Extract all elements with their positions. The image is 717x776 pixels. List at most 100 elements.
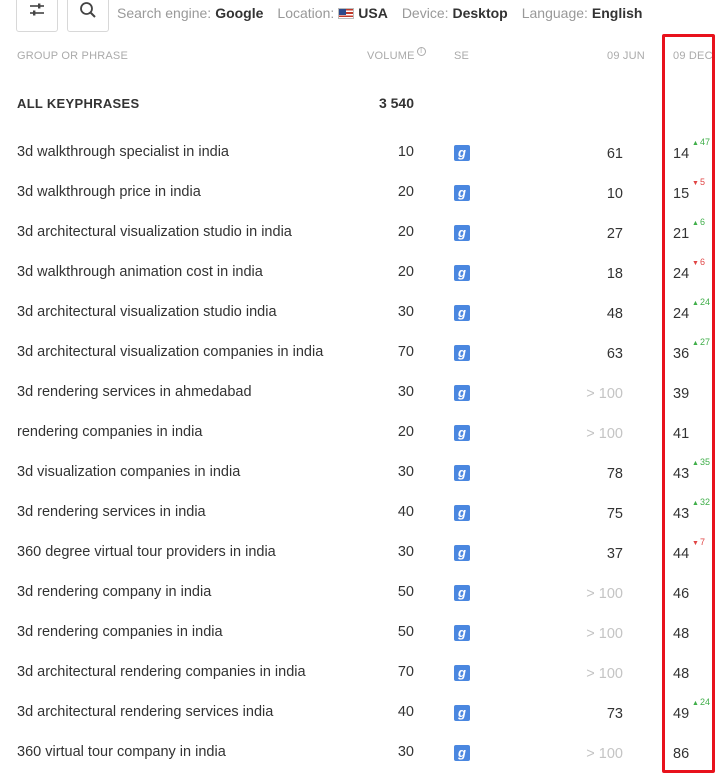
- position-jun: 27: [606, 226, 623, 242]
- keyword-phrase[interactable]: 3d visualization companies in india: [17, 464, 327, 480]
- google-icon: g: [454, 665, 470, 681]
- column-header-date-dec[interactable]: 09 DEC: [673, 50, 713, 62]
- keyword-volume: 50: [397, 624, 414, 640]
- table-row: 3d visualization companies in india 30 g 78…: [0, 453, 717, 493]
- table-row: 3d rendering companies in india 50 g > 100 4…: [0, 613, 717, 653]
- position-jun: 73: [606, 706, 623, 722]
- keyword-phrase[interactable]: 3d architectural visualization companies…: [17, 344, 327, 360]
- google-icon: g: [454, 305, 470, 321]
- keyword-phrase[interactable]: 3d walkthrough specialist in india: [17, 144, 327, 160]
- position-jun: 63: [606, 346, 623, 362]
- position-dec: 44: [673, 546, 690, 562]
- position-change-up: ▲35: [692, 457, 710, 467]
- position-change-value: 5: [699, 177, 705, 187]
- table-row: 360 virtual tour company in india 30 g > 10…: [0, 733, 717, 773]
- google-icon: g: [454, 145, 470, 161]
- keyword-phrase[interactable]: 3d walkthrough price in india: [17, 184, 327, 200]
- position-change-value: 6: [699, 257, 705, 267]
- position-jun: 78: [606, 466, 623, 482]
- keyword-volume: 70: [397, 344, 414, 360]
- position-change-up: ▲32: [692, 497, 710, 507]
- column-header-volume-label: VOLUME: [367, 50, 415, 62]
- keyword-phrase[interactable]: 3d rendering services in ahmedabad: [17, 384, 327, 400]
- keyword-volume: 20: [397, 264, 414, 280]
- language-setting: Language: English: [521, 5, 643, 21]
- google-icon: g: [454, 585, 470, 601]
- position-change-down: ▼7: [692, 537, 705, 547]
- position-change-up: ▲47: [692, 137, 710, 147]
- location-setting: Location: USA: [277, 5, 388, 21]
- keyword-phrase[interactable]: 360 degree virtual tour providers in ind…: [17, 544, 327, 560]
- position-change-value: 24: [699, 697, 710, 707]
- google-icon: g: [454, 265, 470, 281]
- keyword-volume: 30: [397, 464, 414, 480]
- position-jun: 10: [606, 186, 623, 202]
- column-header-volume[interactable]: VOLUME i: [367, 47, 426, 62]
- keyword-phrase[interactable]: 3d rendering companies in india: [17, 624, 327, 640]
- device-value: Desktop: [452, 5, 508, 21]
- triangle-up-icon: ▲: [692, 500, 699, 507]
- google-icon: g: [454, 505, 470, 521]
- position-jun: > 100: [586, 666, 623, 682]
- position-dec: 36: [673, 346, 690, 362]
- column-header-date-jun[interactable]: 09 JUN: [607, 50, 645, 62]
- position-dec: 39: [673, 386, 690, 402]
- info-icon[interactable]: i: [416, 47, 426, 56]
- table-row: 3d walkthrough animation cost in india 20…: [0, 253, 717, 293]
- keyword-volume: 30: [397, 304, 414, 320]
- triangle-up-icon: ▲: [692, 340, 699, 347]
- google-icon: g: [454, 425, 470, 441]
- search-button[interactable]: [67, 0, 109, 32]
- keyword-volume: 20: [397, 224, 414, 240]
- keyword-volume: 20: [397, 424, 414, 440]
- all-keyphrases-label[interactable]: ALL KEYPHRASES: [17, 96, 139, 111]
- keyword-phrase[interactable]: 3d rendering company in india: [17, 584, 327, 600]
- triangle-up-icon: ▲: [692, 460, 699, 467]
- position-change-value: 32: [699, 497, 710, 507]
- triangle-up-icon: ▲: [692, 140, 699, 147]
- table-row: 3d rendering services in india 40 g 75 43 ▲32: [0, 493, 717, 533]
- all-keyphrases-volume: 3 540: [378, 95, 414, 111]
- position-change-value: 6: [699, 217, 705, 227]
- search-engine-value: Google: [215, 5, 264, 21]
- position-dec: 43: [673, 466, 690, 482]
- sliders-icon: [28, 2, 46, 23]
- table-row: 3d architectural rendering companies in …: [0, 653, 717, 693]
- position-jun: 18: [606, 266, 623, 282]
- position-change-value: 27: [699, 337, 710, 347]
- filter-button[interactable]: [16, 0, 58, 32]
- position-dec: 86: [673, 746, 690, 762]
- keyword-volume: 50: [397, 584, 414, 600]
- triangle-down-icon: ▼: [692, 260, 699, 267]
- position-jun: 61: [606, 146, 623, 162]
- position-change-up: ▲24: [692, 297, 710, 307]
- search-engine-setting: Search engine: Google: [117, 5, 264, 21]
- location-value: USA: [358, 5, 388, 21]
- keyword-phrase[interactable]: 3d architectural visualization studio in…: [17, 224, 327, 240]
- keyword-phrase[interactable]: 3d architectural rendering companies in …: [17, 664, 327, 680]
- keyword-phrase[interactable]: 3d architectural visualization studio in…: [17, 304, 327, 320]
- google-icon: g: [454, 185, 470, 201]
- column-header-phrase[interactable]: GROUP OR PHRASE: [17, 50, 128, 62]
- position-dec: 48: [673, 626, 690, 642]
- position-jun: 75: [606, 506, 623, 522]
- position-jun: > 100: [586, 586, 623, 602]
- google-icon: g: [454, 385, 470, 401]
- keyword-phrase[interactable]: 3d architectural rendering services indi…: [17, 704, 327, 720]
- keyword-phrase[interactable]: 3d rendering services in india: [17, 504, 327, 520]
- position-jun: > 100: [586, 746, 623, 762]
- position-jun: 48: [606, 306, 623, 322]
- keyword-volume: 30: [397, 384, 414, 400]
- toolbar: Search engine: Google Location: USA Devi…: [0, 0, 717, 34]
- position-change-up: ▲24: [692, 697, 710, 707]
- position-jun: > 100: [586, 626, 623, 642]
- keyword-phrase[interactable]: 3d walkthrough animation cost in india: [17, 264, 327, 280]
- position-dec: 21: [673, 226, 690, 242]
- keyword-phrase[interactable]: 360 virtual tour company in india: [17, 744, 327, 760]
- triangle-up-icon: ▲: [692, 300, 699, 307]
- position-change-down: ▼5: [692, 177, 705, 187]
- keyword-phrase[interactable]: rendering companies in india: [17, 424, 327, 440]
- position-change-up: ▲6: [692, 217, 705, 227]
- position-change-value: 7: [699, 537, 705, 547]
- google-icon: g: [454, 345, 470, 361]
